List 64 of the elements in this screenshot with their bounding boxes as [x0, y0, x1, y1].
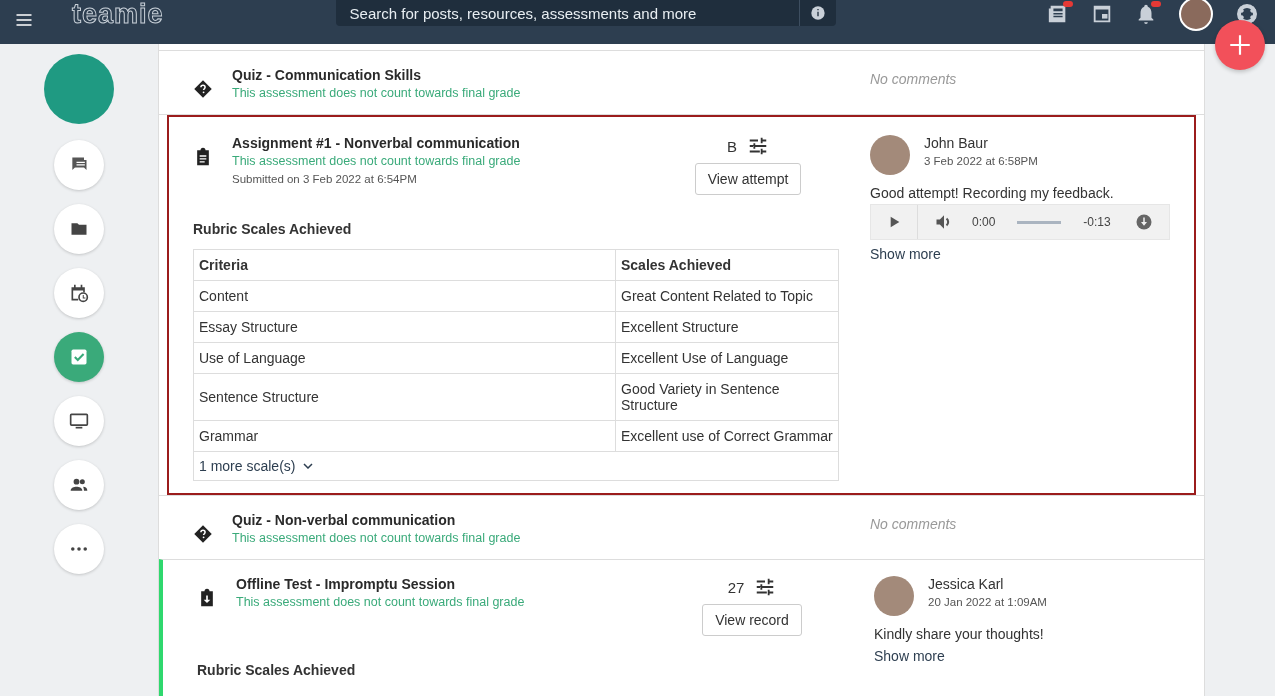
window-icon [1091, 3, 1113, 25]
more-scales-link[interactable]: 1 more scale(s) [199, 458, 314, 474]
table-cell: Sentence Structure [193, 373, 616, 421]
avatar [874, 576, 914, 616]
column-header: Scales Achieved [615, 249, 839, 281]
chevron-down-icon [303, 463, 314, 469]
assessment-title[interactable]: Offline Test - Impromptu Session [236, 576, 677, 592]
submission-time: Submitted on 3 Feb 2022 at 6:54PM [232, 173, 418, 185]
table-cell: Excellent use of Correct Grammar [615, 420, 839, 452]
no-comments-text: No comments [870, 71, 958, 87]
sidebar-button[interactable] [54, 268, 104, 318]
calendar-clock-icon [69, 283, 89, 303]
sidebar-button[interactable] [54, 396, 104, 446]
no-comments-text: No comments [870, 516, 958, 532]
info-icon [809, 5, 826, 21]
grade-note: This assessment does not count towards final grade [232, 531, 522, 545]
sliders-icon [747, 135, 769, 157]
download-icon [1135, 213, 1153, 231]
table-cell: Essay Structure [193, 311, 616, 343]
plus-icon [1227, 32, 1253, 58]
rubric-heading: Rubric Scales Achieved [197, 662, 357, 678]
avatar[interactable] [1179, 0, 1213, 31]
table-cell: Good Variety in Sentence Structure [615, 373, 839, 421]
grade-note: This assessment does not count towards final grade [232, 86, 522, 100]
grade-note: This assessment does not count towards final grade [236, 595, 526, 609]
table-cell: Grammar [193, 420, 616, 452]
assessment-title[interactable]: Quiz - Non-verbal communication [232, 512, 839, 528]
table-cell: Content [193, 280, 616, 312]
current-time: 0:00 [972, 215, 996, 229]
view-button[interactable]: View record [702, 604, 802, 636]
monitor-icon [69, 411, 89, 431]
avatar [870, 135, 910, 175]
checkbox-icon [69, 347, 89, 367]
more-icon [71, 547, 87, 551]
audio-progress-track[interactable] [1017, 220, 1062, 224]
table-cell: Excellent Structure [615, 311, 839, 343]
table-cell: Use of Language [193, 342, 616, 374]
comment-author[interactable]: Jessica Karl [928, 576, 1047, 592]
rubric-heading: Rubric Scales Achieved [193, 221, 353, 237]
sidebar-button[interactable] [54, 140, 104, 190]
add-button[interactable] [1215, 20, 1265, 70]
question-diamond-icon [193, 79, 213, 99]
remaining-time: -0:13 [1083, 215, 1111, 229]
assessment-title[interactable]: Quiz - Communication Skills [232, 67, 839, 83]
grade: 27 [727, 578, 745, 596]
comment-text: Good attempt! Recording my feedback. [870, 185, 1115, 201]
grade-note: This assessment does not count towards final grade [232, 154, 522, 168]
assessment-title[interactable]: Assignment #1 - Nonverbal communication [232, 135, 673, 151]
table-cell: Excellent Use of Language [615, 342, 839, 374]
comment-time: 3 Feb 2022 at 6:58PM [924, 155, 1038, 167]
sidebar-button[interactable] [54, 460, 104, 510]
show-more-link[interactable]: Show more [874, 648, 945, 664]
column-header: Criteria [193, 249, 616, 281]
comment-author[interactable]: John Baur [924, 135, 1038, 151]
table-cell: Great Content Related to Topic [615, 280, 839, 312]
search-field[interactable]: Search for posts, resources, assessments and more [335, 0, 836, 26]
sidebar-button[interactable] [54, 204, 104, 254]
grade: B [727, 137, 737, 155]
logo[interactable]: teamie [72, 0, 164, 30]
view-button[interactable]: View attempt [694, 163, 802, 195]
question-diamond-icon [193, 524, 213, 544]
show-more-link[interactable]: Show more [870, 246, 941, 262]
comment-time: 20 Jan 2022 at 1:09AM [928, 596, 1047, 608]
comment-text: Kindly share your thoughts! [874, 626, 1045, 642]
